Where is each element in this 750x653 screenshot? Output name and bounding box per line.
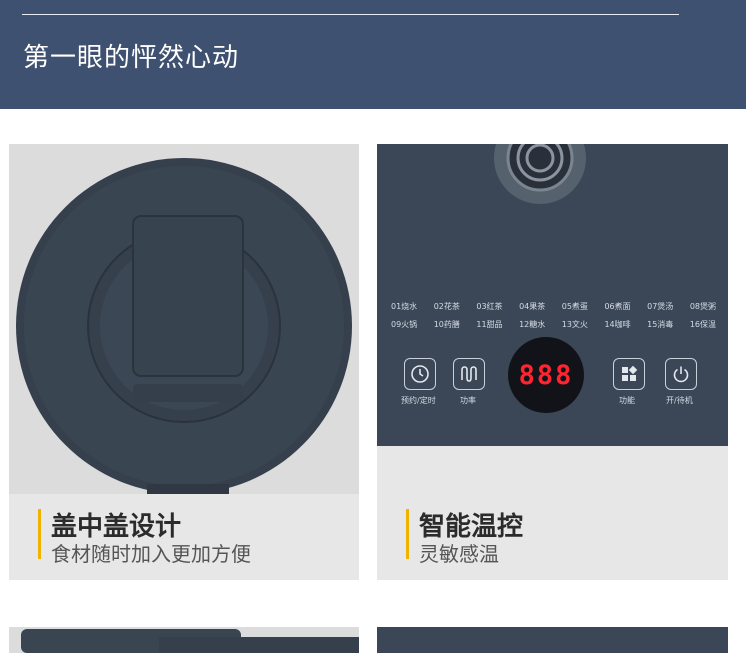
kettle-lid-illustration (9, 144, 359, 494)
accent-bar (406, 509, 409, 559)
function-item[interactable]: 08煲粥 (690, 298, 716, 316)
control-panel: 01烧水 02花茶 03红茶 04果茶 05煮蛋 06煮面 07煲汤 08煲粥 … (377, 144, 728, 446)
function-label: 功能 (619, 396, 635, 405)
heating-coil-illustration (494, 144, 586, 204)
page-title: 第一眼的怦然心动 (23, 43, 240, 73)
banner-divider (22, 14, 679, 15)
function-list: 01烧水 02花茶 03红茶 04果茶 05煮蛋 06煮面 07煲汤 08煲粥 … (391, 298, 716, 334)
clock-icon (411, 365, 429, 383)
feature-card-temperature: 01烧水 02花茶 03红茶 04果茶 05煮蛋 06煮面 07煲汤 08煲粥 … (377, 144, 728, 580)
function-item[interactable]: 09火锅 (391, 316, 417, 334)
function-item[interactable]: 02花茶 (434, 298, 460, 316)
timer-button[interactable] (404, 358, 436, 390)
function-item[interactable]: 16保温 (690, 316, 716, 334)
power-level-button[interactable] (453, 358, 485, 390)
card-subtitle: 灵敏感温 (419, 542, 499, 566)
function-row-1: 01烧水 02花茶 03红茶 04果茶 05煮蛋 06煮面 07煲汤 08煲粥 (391, 298, 716, 316)
power-level-label: 功率 (460, 396, 476, 405)
function-item[interactable]: 01烧水 (391, 298, 417, 316)
card-subtitle: 食材随时加入更加方便 (51, 542, 251, 566)
function-item[interactable]: 15消毒 (647, 316, 673, 334)
function-item[interactable]: 03红茶 (476, 298, 502, 316)
power-button[interactable] (665, 358, 697, 390)
function-item[interactable]: 12糖水 (519, 316, 545, 334)
next-card-left (9, 627, 359, 653)
display-digits: 888 (518, 359, 574, 391)
accent-bar (38, 509, 41, 559)
function-item[interactable]: 13文火 (562, 316, 588, 334)
power-label: 开/待机 (666, 396, 693, 405)
function-item[interactable]: 05煮蛋 (562, 298, 588, 316)
function-item[interactable]: 07煲汤 (647, 298, 673, 316)
lid-photo (9, 144, 359, 494)
header-banner: 第一眼的怦然心动 (0, 0, 746, 109)
digital-display: 888 (508, 337, 584, 413)
feature-card-lid: 盖中盖设计 食材随时加入更加方便 (9, 144, 359, 580)
function-item[interactable]: 11甜品 (476, 316, 502, 334)
power-icon (673, 366, 689, 383)
timer-label: 预约/定时 (401, 396, 436, 405)
next-card-right (377, 627, 728, 653)
grid-menu-icon (622, 365, 638, 381)
function-button[interactable] (613, 358, 645, 390)
function-item[interactable]: 14咖啡 (604, 316, 630, 334)
control-panel-photo: 01烧水 02花茶 03红茶 04果茶 05煮蛋 06煮面 07煲汤 08煲粥 … (377, 144, 728, 494)
function-item[interactable]: 06煮面 (604, 298, 630, 316)
heating-coil-icon (461, 366, 477, 382)
function-row-2: 09火锅 10药膳 11甜品 12糖水 13文火 14咖啡 15消毒 16保温 (391, 316, 716, 334)
kettle-top-illustration (9, 627, 359, 653)
function-item[interactable]: 10药膳 (434, 316, 460, 334)
function-item[interactable]: 04果茶 (519, 298, 545, 316)
